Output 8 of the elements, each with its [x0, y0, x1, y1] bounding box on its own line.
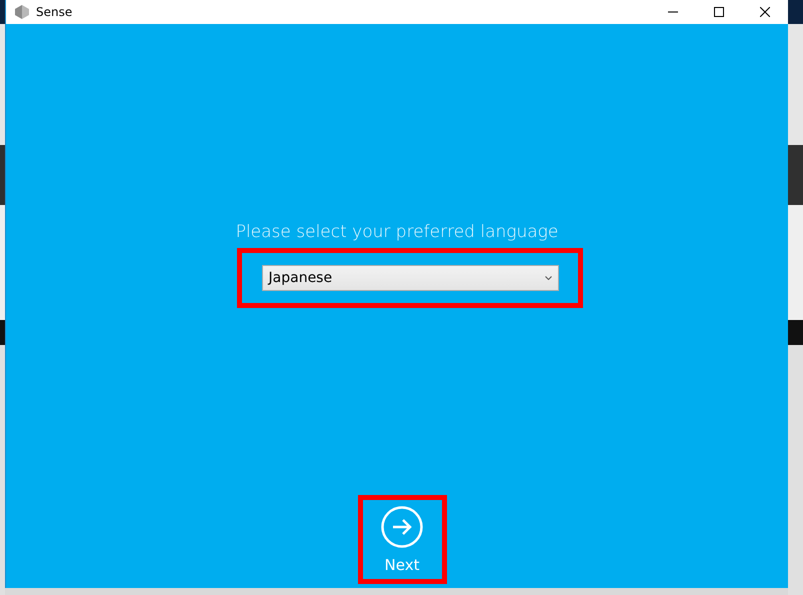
arrow-circle-icon [381, 506, 424, 548]
caret-icon [544, 276, 552, 280]
window-title: Sense [36, 5, 72, 19]
language-dropdown[interactable]: Japanese [262, 265, 559, 291]
maximize-icon [714, 7, 724, 17]
cube-icon [14, 4, 30, 20]
prompt-text: Please select your preferred language [236, 222, 558, 242]
close-icon [760, 7, 770, 17]
